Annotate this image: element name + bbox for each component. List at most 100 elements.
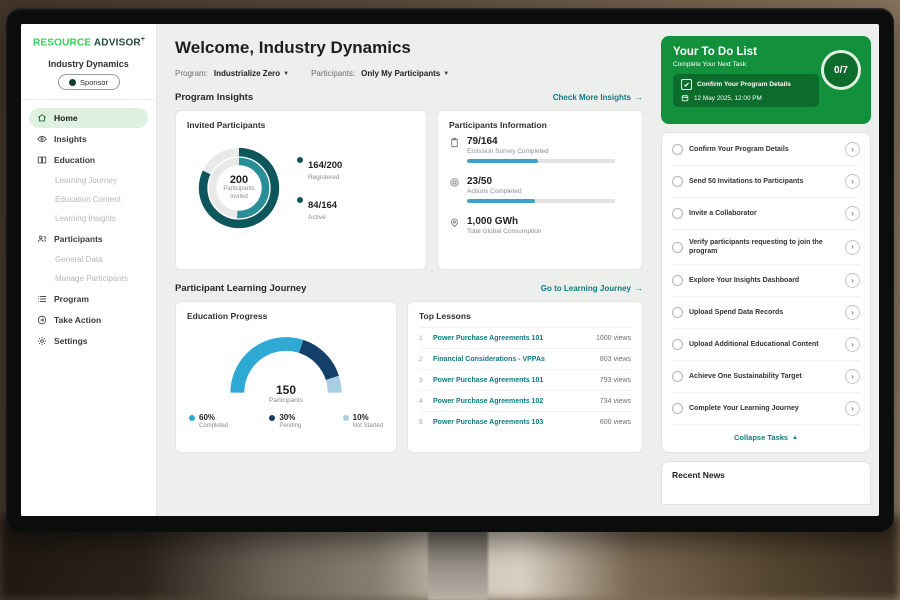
- sidebar-item-home[interactable]: Home: [29, 108, 148, 128]
- learning-journey-header: Participant Learning Journey Go to Learn…: [175, 283, 643, 294]
- chevron-right-icon[interactable]: ›: [845, 305, 860, 320]
- participants-select[interactable]: Only My Participants ▼: [361, 69, 449, 78]
- participants-filter-label: Participants:: [311, 69, 355, 78]
- action-arrow-icon: [37, 315, 47, 325]
- stat-actions-completed: 23/50 Actions Completed: [449, 176, 631, 203]
- gear-icon: [37, 336, 47, 346]
- task-checkbox[interactable]: [672, 242, 683, 253]
- invited-participants-title: Invited Participants: [187, 120, 415, 130]
- lesson-link[interactable]: Power Purchase Agreements 101: [433, 377, 594, 384]
- participants-information-title: Participants Information: [449, 120, 631, 130]
- due-date: 12 May 2025, 12:00 PM: [694, 95, 762, 102]
- program-insights-title: Program Insights: [175, 92, 253, 103]
- sidebar-item-insights[interactable]: Insights: [29, 129, 148, 149]
- checkbox-checked-icon[interactable]: [681, 79, 692, 90]
- sidebar-item-take-action[interactable]: Take Action: [29, 310, 148, 330]
- invited-center-label: Participants Invited: [217, 186, 261, 202]
- legend-dot: [297, 197, 303, 203]
- education-legend: 60%Completed 30%Pending 10%Not Started: [187, 413, 385, 429]
- logo-plus: +: [141, 36, 145, 43]
- chevron-down-icon: ▼: [443, 71, 449, 77]
- task-checkbox[interactable]: [672, 307, 683, 318]
- logo-text-advisor: ADVISOR: [94, 37, 141, 48]
- task-row[interactable]: Invite a Collaborator ›: [672, 198, 860, 230]
- task-row[interactable]: Verify participants requesting to join t…: [672, 230, 860, 265]
- sidebar-item-education-content[interactable]: Education Content: [29, 190, 148, 209]
- chevron-right-icon[interactable]: ›: [845, 337, 860, 352]
- monitor-bezel: RESOURCE ADVISOR+ Industry Dynamics Spon…: [6, 8, 894, 532]
- collapse-tasks-link[interactable]: Collapse Tasks ▲: [672, 425, 860, 451]
- chevron-right-icon[interactable]: ›: [845, 142, 860, 157]
- task-checkbox[interactable]: [672, 371, 683, 382]
- sidebar-item-participants[interactable]: Participants: [29, 229, 148, 249]
- program-select[interactable]: Industrialize Zero ▼: [214, 69, 289, 78]
- chevron-right-icon[interactable]: ›: [845, 240, 860, 255]
- lesson-link[interactable]: Power Purchase Agreements 102: [433, 398, 594, 405]
- chevron-right-icon[interactable]: ›: [845, 174, 860, 189]
- lesson-link[interactable]: Financial Considerations - VPPAs: [433, 356, 594, 363]
- sidebar-item-program[interactable]: Program: [29, 289, 148, 309]
- chevron-down-icon: ▼: [283, 71, 289, 77]
- chevron-right-icon[interactable]: ›: [845, 401, 860, 416]
- task-checkbox[interactable]: [672, 339, 683, 350]
- insights-cards-row: Invited Participants 200: [175, 110, 643, 270]
- sponsor-badge[interactable]: Sponsor: [58, 74, 120, 90]
- task-checkbox[interactable]: [672, 144, 683, 155]
- task-checkbox[interactable]: [672, 403, 683, 414]
- lesson-row: 5 Power Purchase Agreements 103 600 view…: [419, 412, 631, 432]
- education-progress-card: Education Progress 150 Participants: [175, 301, 397, 453]
- check-more-insights-link[interactable]: Check More Insights →: [553, 93, 643, 102]
- task-checkbox[interactable]: [672, 208, 683, 219]
- calendar-icon: [681, 94, 689, 102]
- list-icon: [37, 294, 47, 304]
- legend-item-not-started: 10%Not Started: [343, 413, 383, 429]
- education-progress-title: Education Progress: [187, 311, 385, 321]
- chevron-right-icon[interactable]: ›: [845, 206, 860, 221]
- tasks-list-card: Confirm Your Program Details › Send 50 I…: [661, 132, 871, 453]
- task-row[interactable]: Upload Additional Educational Content ›: [672, 329, 860, 361]
- todo-card: Your To Do List Complete Your Next Task:…: [661, 36, 871, 124]
- emission-progress-bar: [467, 159, 615, 163]
- legend-item-completed: 60%Completed: [189, 413, 228, 429]
- logo-text-resource: RESOURCE: [33, 37, 91, 48]
- task-row[interactable]: Achieve One Sustainability Target ›: [672, 361, 860, 393]
- monitor-stand: [428, 528, 488, 600]
- program-insights-header: Program Insights Check More Insights →: [175, 92, 643, 103]
- eye-icon: [37, 134, 47, 144]
- arrow-right-icon: →: [635, 93, 643, 102]
- sidebar-item-manage-participants[interactable]: Manage Participants: [29, 269, 148, 288]
- lesson-link[interactable]: Power Purchase Agreements 101: [433, 335, 590, 342]
- task-checkbox[interactable]: [672, 275, 683, 286]
- sidebar-item-general-data[interactable]: General Data: [29, 250, 148, 269]
- actions-progress-bar: [467, 199, 615, 203]
- filter-bar: Program: Industrialize Zero ▼ Participan…: [175, 69, 643, 78]
- task-row[interactable]: Upload Spend Data Records ›: [672, 297, 860, 329]
- people-icon: [37, 234, 47, 244]
- task-checkbox[interactable]: [672, 176, 683, 187]
- invited-participants-donut: 200 Participants Invited: [187, 136, 291, 240]
- chevron-right-icon[interactable]: ›: [845, 273, 860, 288]
- sidebar: RESOURCE ADVISOR+ Industry Dynamics Spon…: [21, 24, 157, 516]
- org-name: Industry Dynamics: [21, 59, 156, 69]
- invited-legend: 164/200 Registered 84/164 Active: [297, 148, 342, 228]
- sidebar-item-settings[interactable]: Settings: [29, 331, 148, 351]
- learning-journey-title: Participant Learning Journey: [175, 283, 306, 294]
- task-row[interactable]: Send 50 Invitations to Participants ›: [672, 166, 860, 198]
- sidebar-item-learning-journey[interactable]: Learning Journey: [29, 171, 148, 190]
- top-lessons-card: Top Lessons 1 Power Purchase Agreements …: [407, 301, 643, 453]
- sidebar-item-learning-insights[interactable]: Learning Insights: [29, 209, 148, 228]
- go-to-learning-journey-link[interactable]: Go to Learning Journey →: [541, 284, 643, 293]
- sidebar-nav: Home Insights Education Learning Journey…: [21, 99, 156, 351]
- book-icon: [37, 155, 47, 165]
- next-task-box[interactable]: Confirm Your Program Details 12 May 2025…: [673, 74, 819, 107]
- dashboard-screen: RESOURCE ADVISOR+ Industry Dynamics Spon…: [21, 24, 879, 516]
- lesson-row: 1 Power Purchase Agreements 101 1000 vie…: [419, 328, 631, 349]
- participants-information-card: Participants Information 79/164 Emission…: [437, 110, 643, 270]
- lesson-link[interactable]: Power Purchase Agreements 103: [433, 419, 594, 426]
- task-row[interactable]: Complete Your Learning Journey ›: [672, 393, 860, 425]
- todo-column: Your To Do List Complete Your Next Task:…: [661, 24, 871, 516]
- chevron-right-icon[interactable]: ›: [845, 369, 860, 384]
- sidebar-item-education[interactable]: Education: [29, 150, 148, 170]
- task-row[interactable]: Explore Your Insights Dashboard ›: [672, 265, 860, 297]
- task-row[interactable]: Confirm Your Program Details ›: [672, 134, 860, 166]
